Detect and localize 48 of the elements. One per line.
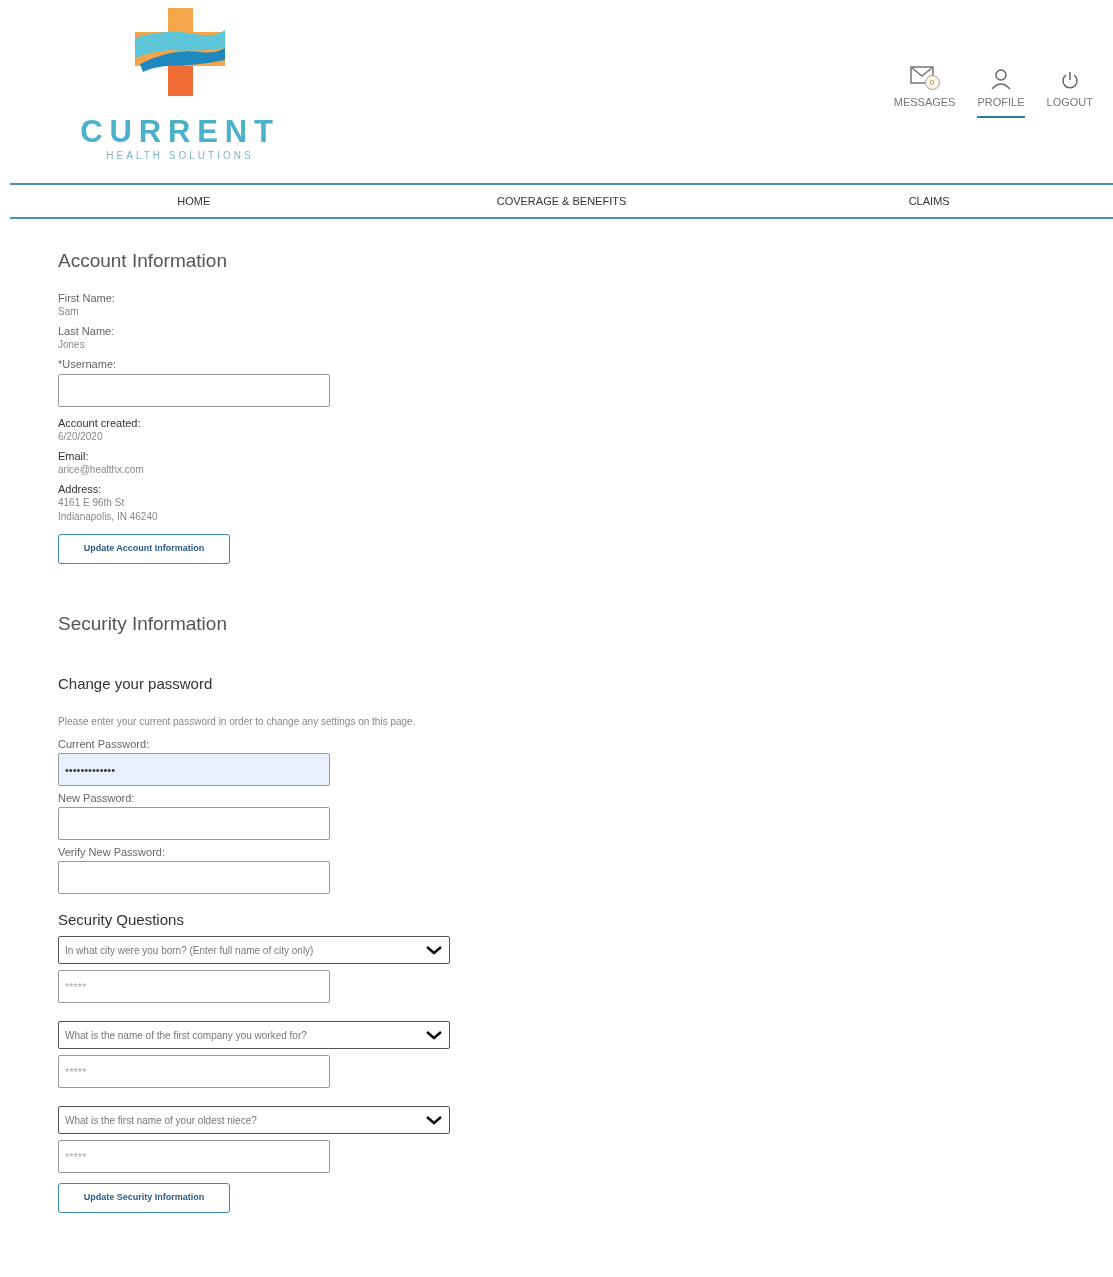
field-label: Current Password:: [58, 737, 151, 751]
password-field[interactable]: •••••••••••••: [58, 753, 330, 786]
update-account-button[interactable]: Update Account Information: [58, 534, 230, 564]
update-security-button[interactable]: Update Security Information: [58, 1183, 230, 1213]
password-field[interactable]: [58, 861, 330, 894]
header-link[interactable]: PROFILE: [977, 64, 1025, 118]
field-label: First Name:: [58, 291, 116, 305]
nav-link[interactable]: HOME: [177, 192, 211, 210]
field-label: *Username:: [58, 357, 118, 371]
question-dropdown[interactable]: What is the first name of your oldest niece?: [58, 1106, 450, 1134]
field-value: 4161 E 96th St: [58, 496, 126, 510]
section-heading: Account Information: [58, 249, 228, 273]
nav-link[interactable]: COVERAGE & BENEFITS: [496, 192, 627, 210]
subsection-heading: Security Questions: [58, 910, 185, 930]
field-value: Jones: [58, 338, 86, 352]
nav-link[interactable]: CLAIMS: [908, 192, 950, 210]
logo-wordmark: CURRENT: [80, 116, 280, 148]
chevron-down-icon: [425, 1115, 443, 1125]
header-link[interactable]: 0 MESSAGES: [893, 64, 956, 118]
field-value: 6/20/2020: [58, 430, 104, 444]
field-value: Indianapolis, IN 46240: [58, 510, 159, 524]
question-dropdown[interactable]: In what city were you born? (Enter full name of city only): [58, 936, 450, 964]
power-icon: [1059, 70, 1080, 90]
field-label: Verify New Password:: [58, 845, 166, 859]
chevron-down-icon: [425, 945, 443, 955]
answer-field[interactable]: *****: [58, 1055, 330, 1088]
envelope-icon: [909, 66, 934, 84]
logo-cross-icon: [135, 8, 225, 96]
field-label: Email:: [58, 449, 90, 463]
username-field[interactable]: [58, 374, 330, 407]
instruction-text: Please enter your current password in order to change any settings on this page.: [58, 715, 417, 729]
field-label: Address:: [58, 482, 103, 496]
field-value: arice@healthx.com: [58, 463, 145, 477]
section-heading: Security Information: [58, 612, 228, 636]
field-label: Last Name:: [58, 324, 116, 338]
answer-field[interactable]: *****: [58, 970, 330, 1003]
chevron-down-icon: [425, 1030, 443, 1040]
question-dropdown[interactable]: What is the name of the first company you worked for?: [58, 1021, 450, 1049]
field-value: Sam: [58, 305, 80, 319]
subsection-heading: Change your password: [58, 674, 214, 694]
message-count-badge: 0: [924, 75, 940, 90]
logo-tagline: HEALTH SOLUTIONS: [106, 149, 254, 163]
password-field[interactable]: [58, 807, 330, 840]
header-link[interactable]: LOGOUT: [1046, 64, 1093, 118]
person-icon: [990, 68, 1012, 90]
answer-field[interactable]: *****: [58, 1140, 330, 1173]
field-label: Account created:: [58, 416, 142, 430]
field-label: New Password:: [58, 791, 136, 805]
